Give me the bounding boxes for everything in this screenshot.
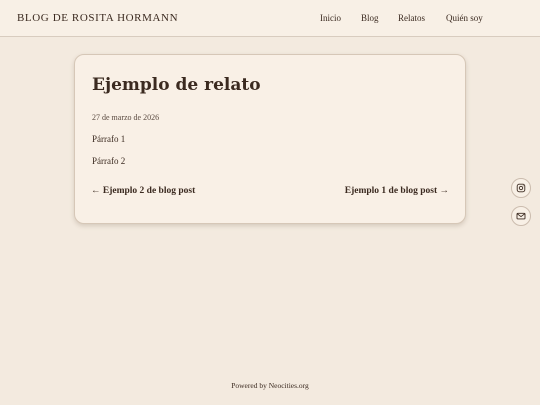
page: BLOG DE ROSITA HORMANN Inicio Blog Relat… (0, 0, 540, 405)
nav-item-inicio[interactable]: Inicio (320, 13, 341, 23)
footer: Powered by Neocities.org (0, 381, 540, 390)
post-date: 27 de marzo de 2026 (92, 113, 160, 122)
nav-item-quien-soy[interactable]: Quién soy (446, 13, 483, 23)
post-card: Ejemplo de relato 27 de marzo de 2026 Pá… (74, 54, 466, 224)
site-header: BLOG DE ROSITA HORMANN Inicio Blog Relat… (0, 0, 540, 37)
nav-item-relatos[interactable]: Relatos (398, 13, 425, 23)
footer-credit-link[interactable]: Powered by Neocities.org (231, 381, 309, 390)
prev-post-link[interactable]: ← Ejemplo 2 de blog post (91, 186, 195, 196)
mail-button[interactable] (511, 206, 531, 226)
post-title: Ejemplo de relato (92, 75, 261, 95)
mail-icon (516, 212, 526, 220)
instagram-icon (516, 183, 526, 193)
site-title[interactable]: BLOG DE ROSITA HORMANN (17, 12, 178, 24)
nav-item-blog[interactable]: Blog (361, 13, 379, 23)
instagram-button[interactable] (511, 178, 531, 198)
post-paragraph: Párrafo 2 (92, 156, 126, 166)
next-post-link[interactable]: Ejemplo 1 de blog post → (345, 186, 449, 196)
post-paragraph: Párrafo 1 (92, 134, 126, 144)
